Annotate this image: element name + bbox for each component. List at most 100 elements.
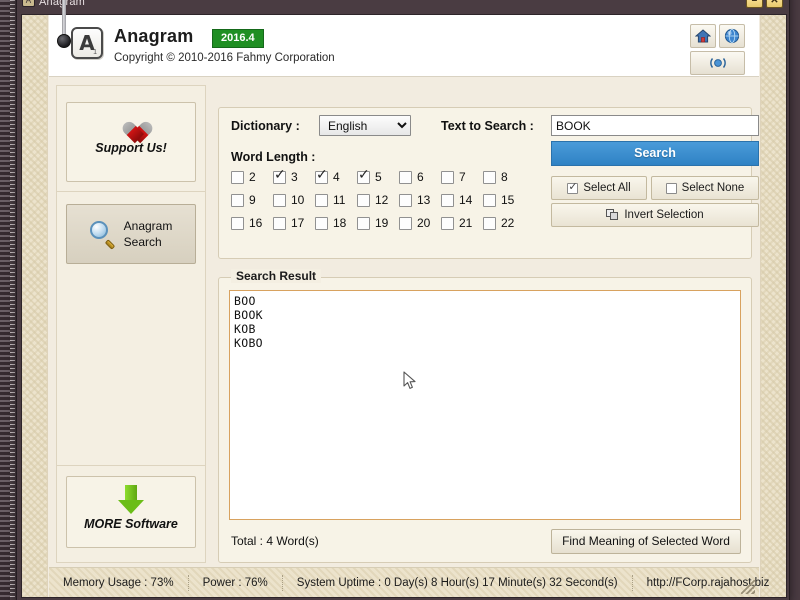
check-update-icon[interactable]: [690, 51, 745, 75]
select-all-button[interactable]: Select All: [551, 176, 647, 200]
checkbox-icon[interactable]: [231, 170, 244, 184]
decorative-pin-icon: [57, 0, 71, 52]
word-length-label-18: 18: [333, 216, 347, 230]
checkbox-icon[interactable]: [315, 216, 328, 230]
select-all-label: Select All: [583, 182, 631, 194]
word-length-checkbox-21[interactable]: 21: [441, 216, 483, 230]
sidebar-item-support-us[interactable]: Support Us!: [66, 102, 196, 182]
word-length-row: 2 3 4 5 6 7 8: [231, 167, 531, 184]
title-bar[interactable]: A Anagram – ✕: [17, 0, 789, 13]
checkbox-icon[interactable]: [441, 216, 454, 230]
word-length-label-21: 21: [459, 216, 473, 230]
search-button[interactable]: Search: [551, 141, 759, 166]
checkbox-icon[interactable]: [273, 216, 286, 230]
result-word[interactable]: BOO: [234, 294, 736, 308]
word-length-label-9: 9: [249, 193, 256, 207]
checkbox-icon[interactable]: [399, 216, 412, 230]
checkbox-checked-icon[interactable]: [315, 167, 328, 184]
word-length-label: Word Length :: [231, 150, 316, 164]
copyright-text: Copyright © 2010-2016 Fahmy Corporation: [114, 52, 335, 64]
word-length-label-5: 5: [375, 170, 382, 184]
minimize-button[interactable]: –: [746, 0, 763, 8]
home-icon[interactable]: [690, 24, 716, 48]
magnifier-icon: [89, 221, 116, 250]
checkbox-checked-icon[interactable]: [273, 167, 286, 184]
word-length-label-7: 7: [459, 170, 466, 184]
result-list[interactable]: BOO BOOK KOB KOBO: [229, 290, 741, 520]
word-length-label-10: 10: [291, 193, 305, 207]
search-input[interactable]: [551, 115, 759, 136]
select-none-button[interactable]: Select None: [651, 176, 759, 200]
wallpaper-strip-inner: [10, 0, 15, 600]
invert-selection-button[interactable]: Invert Selection: [551, 203, 759, 227]
word-length-checkbox-5[interactable]: 5: [357, 167, 399, 184]
heart-icon: [118, 113, 144, 137]
checkbox-icon[interactable]: [399, 170, 412, 184]
word-length-label-13: 13: [417, 193, 431, 207]
word-length-label-16: 16: [249, 216, 263, 230]
resize-grip[interactable]: [741, 580, 755, 594]
website-link[interactable]: http://FCorp.rajahost.biz: [633, 577, 784, 589]
word-length-checkbox-10[interactable]: 10: [273, 193, 315, 207]
word-length-checkbox-22[interactable]: 22: [483, 216, 525, 230]
invert-icon: [606, 209, 619, 221]
word-length-checkbox-11[interactable]: 11: [315, 193, 357, 207]
checkbox-icon[interactable]: [231, 193, 244, 207]
result-word[interactable]: KOBO: [234, 336, 736, 350]
result-word[interactable]: BOOK: [234, 308, 736, 322]
anagram-search-label-line2: Search: [123, 235, 162, 249]
app-header: A 1 Anagram 2016.4 Copyright © 2010-2016…: [49, 15, 759, 77]
checkbox-icon[interactable]: [231, 216, 244, 230]
word-length-checkbox-4[interactable]: 4: [315, 167, 357, 184]
word-length-checkbox-16[interactable]: 16: [231, 216, 273, 230]
checkbox-icon[interactable]: [483, 170, 496, 184]
word-length-checkbox-17[interactable]: 17: [273, 216, 315, 230]
app-logo-icon: A 1: [71, 27, 103, 59]
word-length-checkbox-8[interactable]: 8: [483, 170, 525, 184]
checkbox-icon[interactable]: [399, 193, 412, 207]
word-length-checkbox-6[interactable]: 6: [399, 170, 441, 184]
word-length-checkbox-18[interactable]: 18: [315, 216, 357, 230]
app-icon: A: [22, 0, 35, 7]
checkbox-checked-icon[interactable]: [357, 167, 370, 184]
sidebar-item-more-software[interactable]: MORE Software: [66, 476, 196, 548]
checkbox-icon[interactable]: [441, 193, 454, 207]
word-length-checkbox-2[interactable]: 2: [231, 170, 273, 184]
checkbox-icon[interactable]: [483, 216, 496, 230]
word-length-label-12: 12: [375, 193, 389, 207]
find-meaning-button[interactable]: Find Meaning of Selected Word: [551, 529, 741, 554]
word-length-label-19: 19: [375, 216, 389, 230]
sidebar-item-anagram-search[interactable]: Anagram Search: [66, 204, 196, 264]
checkbox-icon[interactable]: [357, 193, 370, 207]
word-length-checkbox-3[interactable]: 3: [273, 167, 315, 184]
word-length-checkbox-19[interactable]: 19: [357, 216, 399, 230]
word-length-checkbox-15[interactable]: 15: [483, 193, 525, 207]
word-length-checkbox-20[interactable]: 20: [399, 216, 441, 230]
sidebar-divider-1: [57, 191, 205, 192]
word-length-checkbox-14[interactable]: 14: [441, 193, 483, 207]
word-length-checkbox-12[interactable]: 12: [357, 193, 399, 207]
word-length-checkbox-9[interactable]: 9: [231, 193, 273, 207]
text-to-search-label: Text to Search :: [441, 119, 534, 133]
word-length-checkbox-13[interactable]: 13: [399, 193, 441, 207]
checkbox-icon[interactable]: [441, 170, 454, 184]
broadcast-glyph: [709, 58, 726, 68]
checkbox-icon[interactable]: [357, 216, 370, 230]
app-name: Anagram: [114, 26, 194, 46]
word-length-checkbox-7[interactable]: 7: [441, 170, 483, 184]
client-area: A 1 Anagram 2016.4 Copyright © 2010-2016…: [21, 14, 787, 598]
status-bar: Memory Usage : 73% Power : 76% System Up…: [49, 567, 769, 597]
system-uptime-status: System Uptime : 0 Day(s) 8 Hour(s) 17 Mi…: [296, 576, 618, 589]
checkbox-icon[interactable]: [273, 193, 286, 207]
dictionary-select[interactable]: English: [319, 115, 411, 136]
select-none-label: Select None: [681, 182, 745, 194]
info-globe-icon[interactable]: [719, 24, 745, 48]
checkbox-icon[interactable]: [483, 193, 496, 207]
checkbox-icon[interactable]: [315, 193, 328, 207]
sidebar-divider-2: [57, 465, 205, 466]
result-word[interactable]: KOB: [234, 322, 736, 336]
home-glyph: [695, 29, 711, 43]
word-length-label-11: 11: [333, 193, 346, 207]
close-button[interactable]: ✕: [766, 0, 783, 8]
version-badge: 2016.4: [212, 29, 264, 48]
